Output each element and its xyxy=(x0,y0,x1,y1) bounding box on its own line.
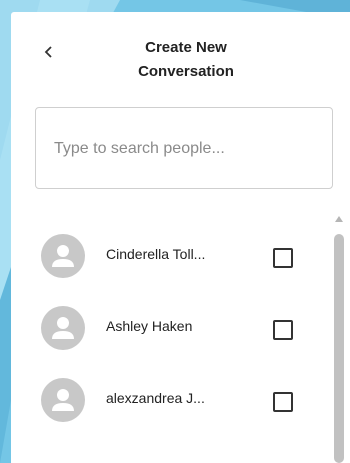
select-person-checkbox[interactable] xyxy=(273,248,293,268)
user-icon xyxy=(52,245,74,267)
title-line-2: Conversation xyxy=(138,63,234,80)
person-name: alexzandrea J... xyxy=(106,390,205,406)
select-person-checkbox[interactable] xyxy=(273,392,293,412)
list-item: Cinderella Toll... xyxy=(11,222,331,282)
list-item: Ashley Haken xyxy=(11,294,331,354)
scrollbar[interactable] xyxy=(332,214,346,463)
create-conversation-panel: Create New Conversation Cinderella Toll.… xyxy=(11,12,350,463)
user-icon xyxy=(52,389,74,411)
people-list: Cinderella Toll... Ashley Haken alexzand… xyxy=(11,222,331,462)
select-person-checkbox[interactable] xyxy=(273,320,293,340)
person-name: Ashley Haken xyxy=(106,318,193,334)
user-icon xyxy=(52,317,74,339)
search-input[interactable] xyxy=(52,134,326,164)
back-button[interactable] xyxy=(39,40,59,64)
chevron-left-icon xyxy=(44,46,52,58)
scrollbar-thumb[interactable] xyxy=(334,234,344,463)
title-line-1: Create New xyxy=(145,39,227,56)
avatar xyxy=(41,234,85,278)
avatar xyxy=(41,306,85,350)
scroll-up-arrow-icon[interactable] xyxy=(335,216,343,222)
page-title: Create New Conversation xyxy=(91,36,281,84)
list-item: alexzandrea J... xyxy=(11,366,331,426)
avatar xyxy=(41,378,85,422)
search-box xyxy=(35,107,333,189)
person-name: Cinderella Toll... xyxy=(106,246,206,262)
